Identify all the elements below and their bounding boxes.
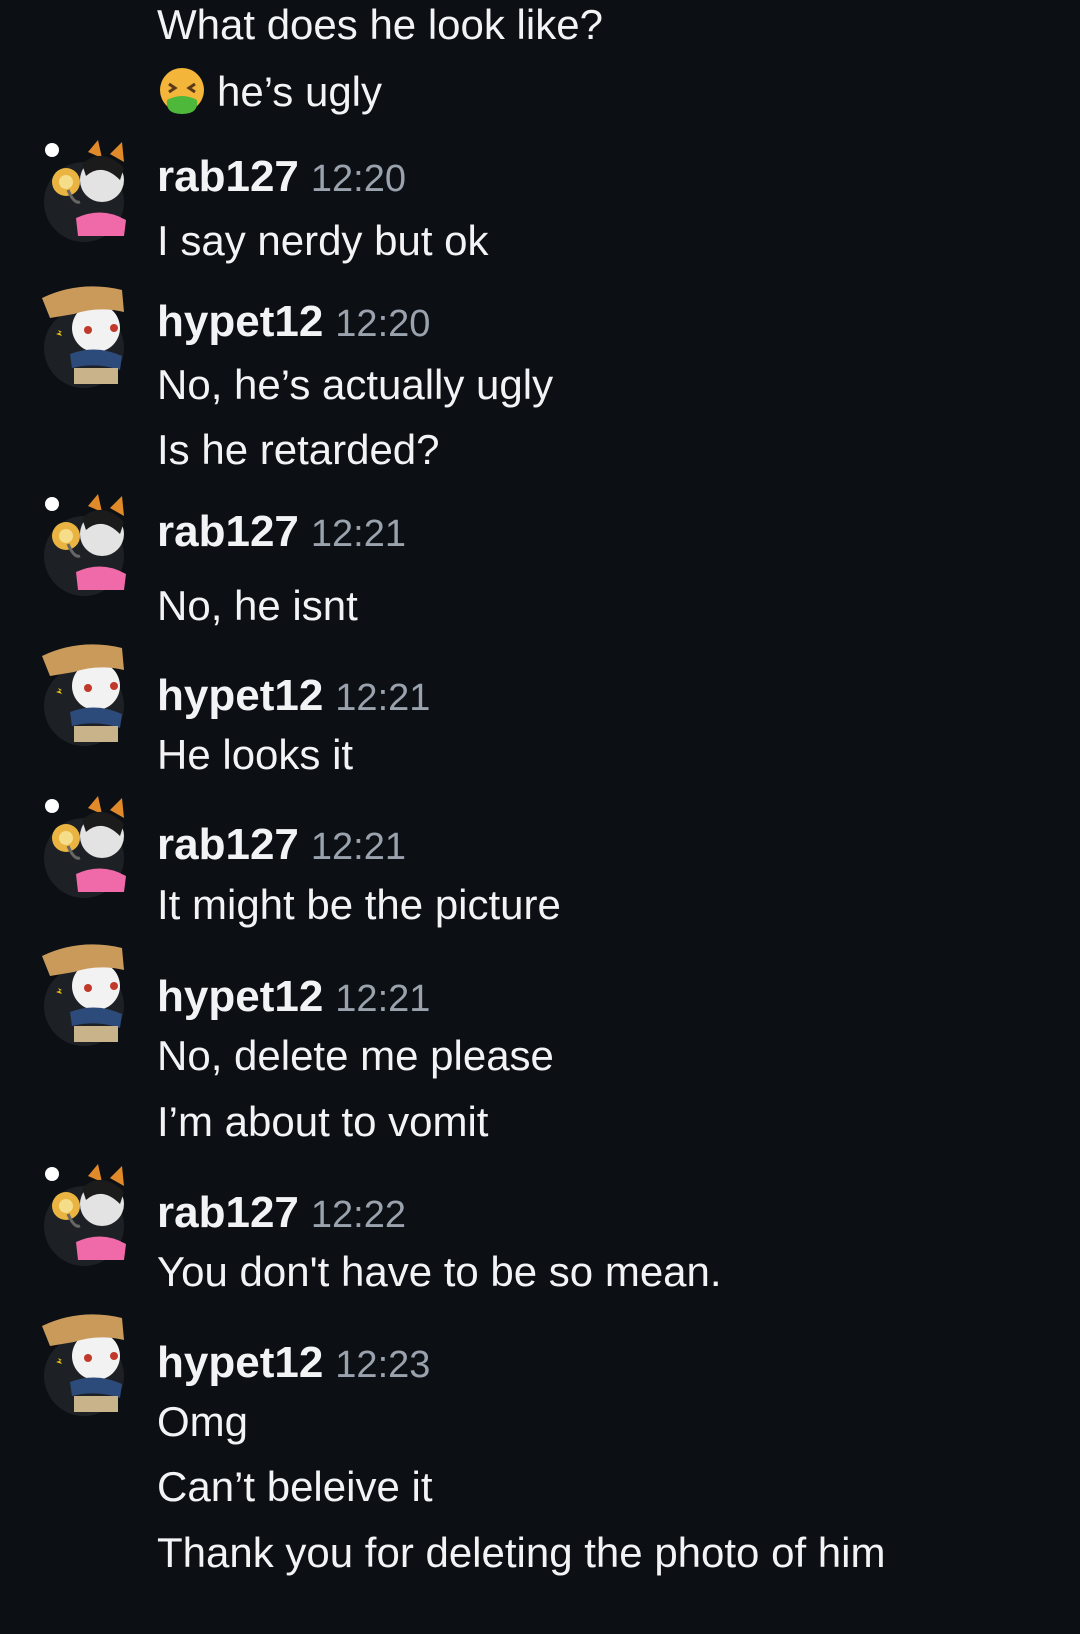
message-line: Can’t beleive it [157, 1463, 433, 1510]
message-line: No, delete me please [157, 1032, 554, 1079]
message-header: hypet12 12:21 [157, 970, 430, 1024]
user-avatar[interactable] [40, 942, 130, 1052]
user-avatar[interactable] [40, 494, 130, 604]
message-line: No, he isnt [157, 582, 358, 629]
cat-ear-headset-avatar-icon [44, 1164, 126, 1266]
user-avatar[interactable] [40, 796, 130, 906]
message-line: You don't have to be so mean. [157, 1248, 722, 1295]
username[interactable]: hypet12 [157, 297, 323, 346]
timestamp: 12:20 [310, 158, 406, 200]
message-header: rab127 12:21 [157, 505, 406, 559]
cat-ear-headset-avatar-icon [44, 140, 126, 242]
message-line: I’m about to vomit [157, 1098, 489, 1145]
message-line: No, he’s actually ugly [157, 361, 554, 408]
message-header: hypet12 12:21 [157, 669, 430, 723]
username[interactable]: rab127 [157, 820, 299, 869]
message-header: rab127 12:22 [157, 1186, 406, 1240]
message-line: he’s ugly [157, 66, 382, 117]
user-avatar[interactable] [40, 642, 130, 752]
brown-hair-scarf-avatar-icon [42, 644, 124, 746]
message-text: he’s ugly [217, 68, 383, 115]
user-avatar[interactable] [40, 1312, 130, 1422]
brown-hair-scarf-avatar-icon [42, 944, 124, 1046]
username[interactable]: hypet12 [157, 671, 323, 720]
brown-hair-scarf-avatar-icon [42, 286, 124, 388]
username[interactable]: rab127 [157, 1188, 299, 1237]
message-line: Is he retarded? [157, 426, 440, 473]
timestamp: 12:23 [335, 1344, 431, 1386]
nauseated-face-icon [157, 66, 207, 116]
brown-hair-scarf-avatar-icon [42, 1314, 124, 1416]
message-line: I say nerdy but ok [157, 217, 489, 264]
message-line: Omg [157, 1398, 249, 1445]
timestamp: 12:22 [310, 1194, 406, 1236]
user-avatar[interactable] [40, 140, 130, 250]
timestamp: 12:21 [335, 978, 431, 1020]
message-line: What does he look like? [157, 1, 603, 48]
timestamp: 12:21 [310, 826, 406, 868]
timestamp: 12:20 [335, 303, 431, 345]
message-header: rab127 12:20 [157, 150, 406, 204]
chat-log: What does he look like? he’s ugly rab127… [0, 0, 1080, 1634]
username[interactable]: hypet12 [157, 972, 323, 1021]
message-header: rab127 12:21 [157, 818, 406, 872]
message-header: hypet12 12:20 [157, 295, 430, 349]
username[interactable]: rab127 [157, 507, 299, 556]
message-line: He looks it [157, 731, 354, 778]
user-avatar[interactable] [40, 1164, 130, 1274]
message-header: hypet12 12:23 [157, 1336, 430, 1390]
username[interactable]: hypet12 [157, 1338, 323, 1387]
timestamp: 12:21 [310, 513, 406, 555]
message-line: Thank you for deleting the photo of him [157, 1529, 886, 1576]
timestamp: 12:21 [335, 677, 431, 719]
message-line: It might be the picture [157, 881, 561, 928]
cat-ear-headset-avatar-icon [44, 494, 126, 596]
username[interactable]: rab127 [157, 152, 299, 201]
user-avatar[interactable] [40, 284, 130, 394]
cat-ear-headset-avatar-icon [44, 796, 126, 898]
